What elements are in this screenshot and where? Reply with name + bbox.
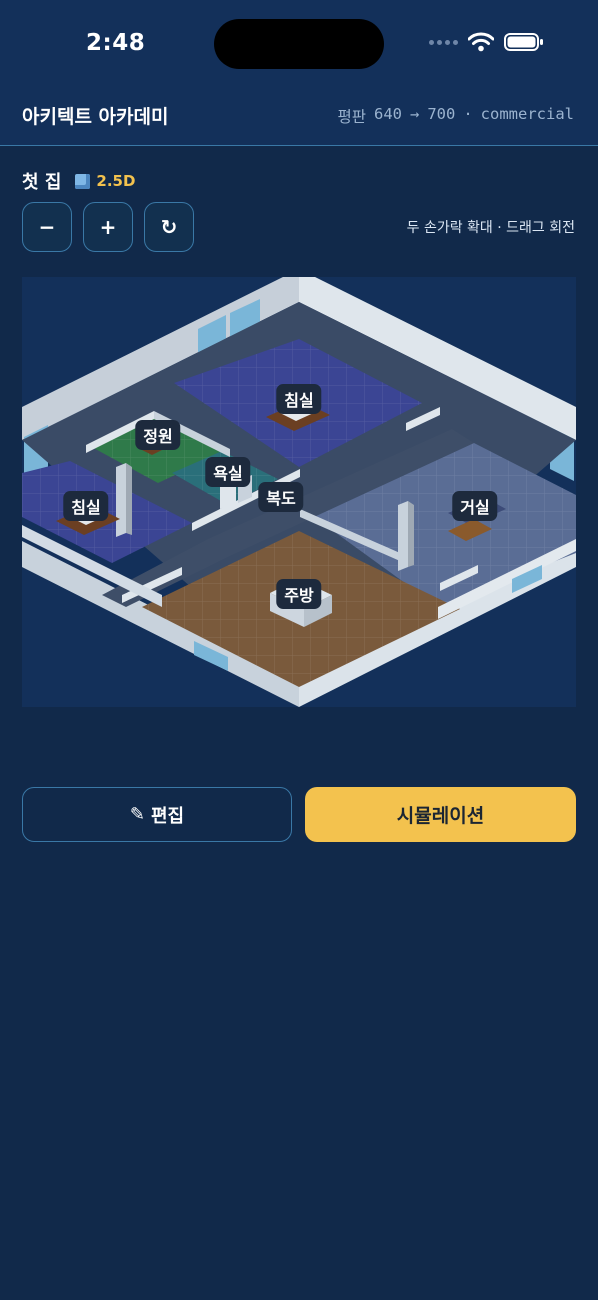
battery-icon [504, 33, 543, 51]
view-mode-label: 2.5D [96, 172, 136, 190]
wifi-icon [468, 32, 494, 52]
rotate-button[interactable]: ↻ [144, 202, 194, 252]
status-bar: 2:48 [0, 0, 598, 90]
category-label: commercial [480, 105, 574, 123]
pencil-icon: ✎ [129, 804, 145, 825]
cellular-signal-icon [429, 39, 458, 45]
dynamic-island [214, 19, 384, 69]
status-icons [429, 32, 544, 52]
zoom-out-button[interactable]: − [22, 202, 72, 252]
zoom-in-button[interactable]: + [83, 202, 133, 252]
reputation-label: 평판 [337, 108, 366, 126]
room-label-bathroom[interactable]: 욕실 [205, 457, 251, 487]
cube-icon [75, 173, 91, 189]
edit-button[interactable]: ✎ 편집 [22, 787, 292, 842]
simulate-button-label: 시뮬레이션 [396, 805, 485, 827]
view-mode-badge: 2.5D [75, 172, 135, 190]
reputation-separator: · [463, 105, 473, 123]
edit-button-label: 편집 [150, 805, 185, 827]
floor-plan-viewport[interactable]: 침실 정원 욕실 복도 침실 거실 주방 [22, 277, 576, 707]
status-time: 2:48 [86, 30, 146, 56]
reputation-readout: 평판 640 → 700 · commercial [337, 105, 574, 127]
room-label-bedroom-top[interactable]: 침실 [276, 384, 322, 414]
reputation-arrow: → [409, 105, 420, 123]
room-label-kitchen[interactable]: 주방 [276, 579, 322, 609]
app-header: 아키텍트 아카데미 평판 640 → 700 · commercial [0, 90, 598, 146]
reputation-to: 700 [427, 105, 456, 123]
gesture-hint: 두 손가락 확대 · 드래그 회전 [406, 220, 575, 236]
room-label-corridor[interactable]: 복도 [258, 482, 304, 512]
house-name: 첫 집 [22, 172, 62, 193]
app-title: 아키텍트 아카데미 [22, 106, 169, 128]
room-label-bedroom-left[interactable]: 침실 [63, 491, 109, 521]
reputation-from: 640 [373, 105, 402, 123]
house-title-row: 첫 집 2.5D [22, 168, 135, 194]
simulate-button[interactable]: 시뮬레이션 [305, 787, 576, 842]
room-label-living[interactable]: 거실 [452, 491, 498, 521]
room-label-garden[interactable]: 정원 [135, 420, 181, 450]
